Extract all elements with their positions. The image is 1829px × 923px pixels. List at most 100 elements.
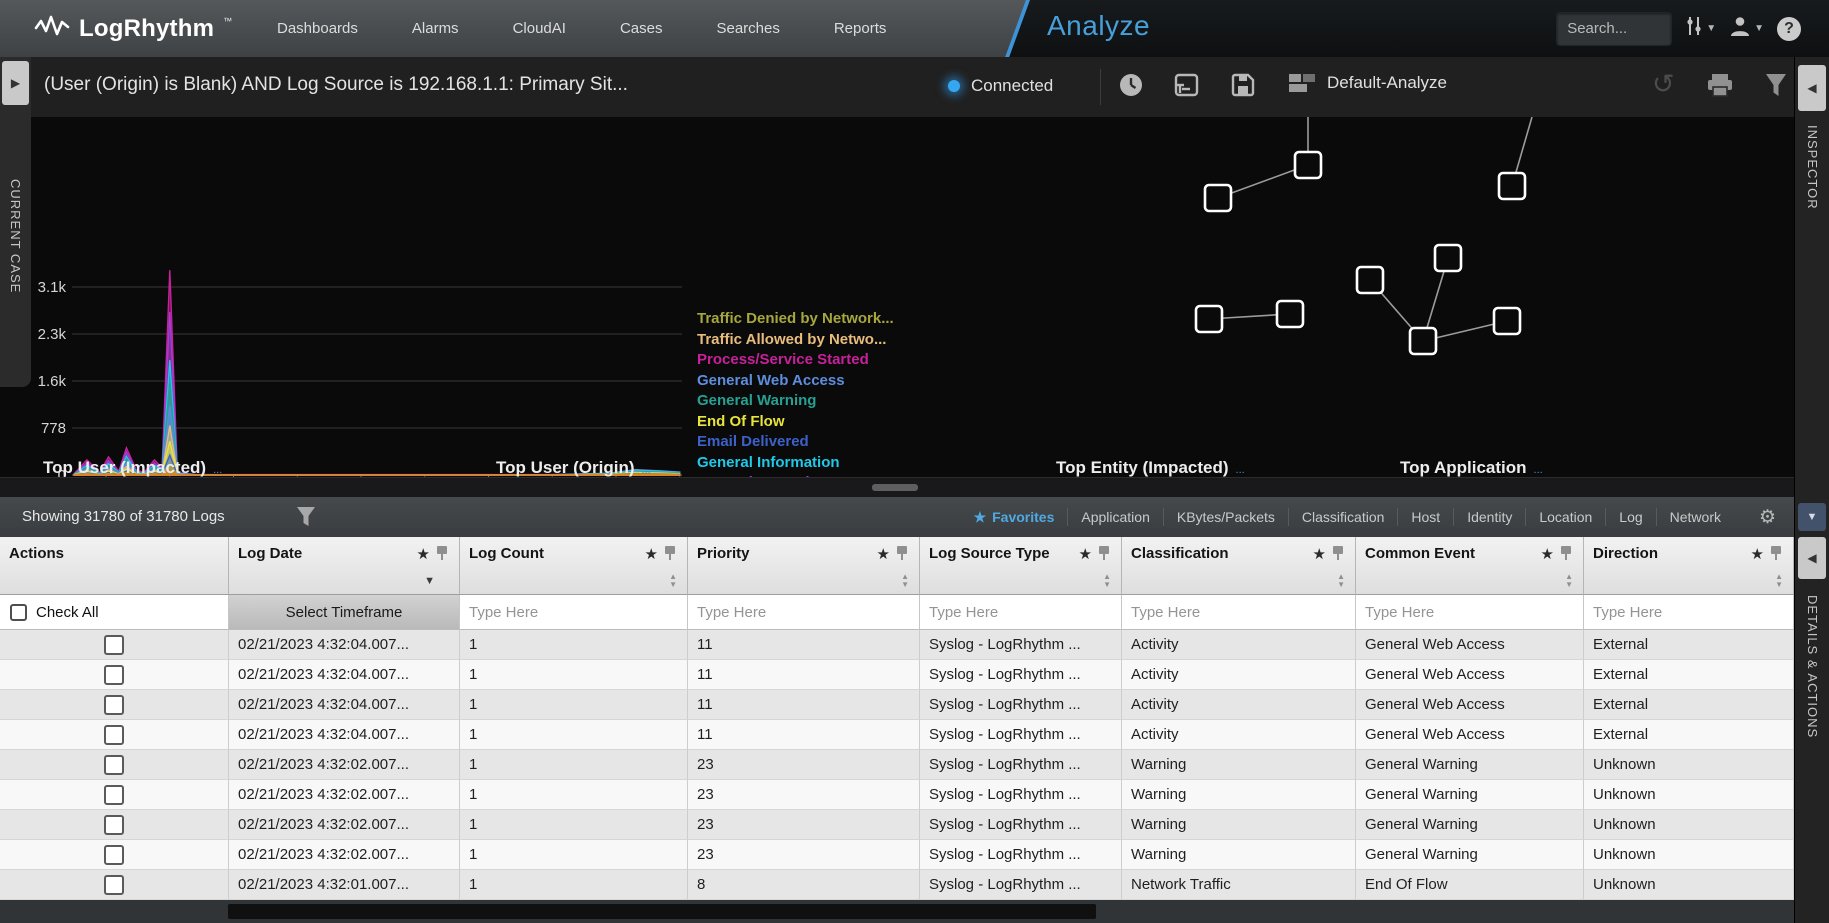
grid-filter-button[interactable] (296, 506, 316, 533)
favorite-star-icon[interactable]: ★ (1541, 545, 1554, 563)
grid-tab-kbytes-packets[interactable]: KBytes/Packets (1164, 497, 1288, 537)
filter-button[interactable] (1764, 72, 1788, 103)
graph-node[interactable] (1205, 185, 1231, 211)
tab-analyze[interactable]: Analyze (1047, 10, 1150, 42)
sort-arrows-icon[interactable]: ▲▼ (1337, 573, 1345, 589)
scrollbar-thumb[interactable] (228, 904, 1096, 919)
widget-subtitle[interactable]: ... (1534, 464, 1543, 476)
sort-arrows-icon[interactable]: ▲▼ (1565, 573, 1573, 589)
favorite-star-icon[interactable]: ★ (417, 545, 430, 563)
time-range-button[interactable] (1118, 72, 1144, 103)
user-menu[interactable]: ▼ (1729, 15, 1764, 42)
column-filter-input[interactable]: Type Here (920, 604, 998, 621)
grid-settings-button[interactable]: ⚙ (1759, 506, 1776, 529)
sort-arrows-icon[interactable]: ▲▼ (901, 573, 909, 589)
logrhythm-logo[interactable]: LogRhythm ™ (34, 12, 232, 45)
pin-icon[interactable] (1333, 546, 1343, 554)
pin-icon[interactable] (1561, 546, 1571, 554)
preferences-menu[interactable]: ▼ (1685, 15, 1716, 42)
nav-item-alarms[interactable]: Alarms (385, 0, 486, 57)
sort-arrows-icon[interactable]: ▲▼ (1103, 573, 1111, 589)
table-row[interactable]: 02/21/2023 4:32:04.007...111Syslog - Log… (0, 630, 1794, 660)
current-case-label[interactable]: CURRENT CASE (8, 179, 23, 293)
favorite-star-icon[interactable]: ★ (1079, 545, 1092, 563)
graph-node[interactable] (1277, 301, 1303, 327)
graph-node[interactable] (1357, 267, 1383, 293)
horizontal-splitter[interactable] (0, 477, 1829, 498)
legend-item[interactable]: General Warning (697, 391, 894, 412)
save-layout-button[interactable] (1230, 72, 1256, 103)
grid-tab-location[interactable]: Location (1526, 497, 1605, 537)
active-filter-text[interactable]: (User (Origin) is Blank) AND Log Source … (44, 74, 628, 96)
table-row[interactable]: 02/21/2023 4:32:01.007...18Syslog - LogR… (0, 870, 1794, 900)
row-checkbox[interactable] (104, 635, 124, 655)
check-all-checkbox[interactable] (10, 604, 27, 621)
table-row[interactable]: 02/21/2023 4:32:02.007...123Syslog - Log… (0, 780, 1794, 810)
nav-item-searches[interactable]: Searches (689, 0, 806, 57)
events-over-time-chart[interactable]: 07781.6k2.3k3.1kTue 2101 AM02 AM03 AM04 … (0, 117, 1794, 477)
favorite-star-icon[interactable]: ★ (1313, 545, 1326, 563)
grid-tab-favorites[interactable]: ★Favorites (961, 497, 1068, 537)
pin-icon[interactable] (897, 546, 907, 554)
row-checkbox[interactable] (104, 665, 124, 685)
column-filter-input[interactable]: Type Here (460, 604, 538, 621)
legend-item[interactable]: Process/Service Started (697, 350, 894, 371)
widget-subtitle[interactable]: ... (213, 464, 222, 476)
column-header-priority[interactable]: Priority★▲▼ (688, 537, 920, 595)
details-caret-button[interactable]: ▼ (1798, 503, 1826, 531)
graph-node[interactable] (1494, 308, 1520, 334)
table-row[interactable]: 02/21/2023 4:32:04.007...111Syslog - Log… (0, 660, 1794, 690)
column-filter-input[interactable]: Type Here (688, 604, 766, 621)
pin-icon[interactable] (1099, 546, 1109, 554)
column-filter-input[interactable]: Type Here (1584, 604, 1662, 621)
nav-item-cases[interactable]: Cases (593, 0, 690, 57)
legend-item[interactable]: End Of Flow (697, 412, 894, 433)
grid-tab-classification[interactable]: Classification (1289, 497, 1397, 537)
row-checkbox[interactable] (104, 695, 124, 715)
details-actions-label[interactable]: DETAILS & ACTIONS (1805, 595, 1820, 738)
inspector-label[interactable]: INSPECTOR (1805, 125, 1820, 210)
sort-arrows-icon[interactable]: ▲▼ (1775, 573, 1783, 589)
favorite-star-icon[interactable]: ★ (877, 545, 890, 563)
sort-desc-icon[interactable]: ▼ (424, 575, 435, 587)
nav-item-reports[interactable]: Reports (807, 0, 914, 57)
grid-tab-log[interactable]: Log (1606, 497, 1655, 537)
add-widget-button[interactable] (1172, 72, 1200, 103)
pin-icon[interactable] (437, 546, 447, 554)
expand-details-button[interactable]: ◀ (1798, 537, 1826, 579)
column-filter-input[interactable]: Type Here (1356, 604, 1434, 621)
legend-item[interactable]: General Information (697, 453, 894, 474)
graph-node[interactable] (1295, 152, 1321, 178)
grid-tab-identity[interactable]: Identity (1454, 497, 1525, 537)
table-row[interactable]: 02/21/2023 4:32:02.007...123Syslog - Log… (0, 750, 1794, 780)
column-header-log-source-type[interactable]: Log Source Type★▲▼ (920, 537, 1122, 595)
row-checkbox[interactable] (104, 755, 124, 775)
row-checkbox[interactable] (104, 815, 124, 835)
sort-arrows-icon[interactable]: ▲▼ (669, 573, 677, 589)
column-header-actions[interactable]: Actions (0, 537, 229, 595)
column-header-log-count[interactable]: Log Count★▲▼ (460, 537, 688, 595)
widget-subtitle[interactable]: ... (1236, 464, 1245, 476)
column-header-common-event[interactable]: Common Event★▲▼ (1356, 537, 1584, 595)
undo-button[interactable]: ↺ (1652, 73, 1675, 98)
layout-selector[interactable]: Default-Analyze (1288, 72, 1447, 94)
print-button[interactable] (1706, 72, 1734, 103)
nav-item-cloudai[interactable]: CloudAI (486, 0, 593, 57)
pin-icon[interactable] (1771, 546, 1781, 554)
graph-node[interactable] (1499, 173, 1525, 199)
favorite-star-icon[interactable]: ★ (1751, 545, 1764, 563)
widget-subtitle[interactable]: ... (642, 464, 651, 476)
splitter-handle-icon[interactable] (872, 484, 918, 491)
row-checkbox[interactable] (104, 845, 124, 865)
table-row[interactable]: 02/21/2023 4:32:04.007...111Syslog - Log… (0, 690, 1794, 720)
table-row[interactable]: 02/21/2023 4:32:04.007...111Syslog - Log… (0, 720, 1794, 750)
expand-current-case-button[interactable]: ▶ (2, 61, 29, 105)
expand-inspector-button[interactable]: ◀ (1798, 65, 1826, 111)
table-row[interactable]: 02/21/2023 4:32:02.007...123Syslog - Log… (0, 840, 1794, 870)
row-checkbox[interactable] (104, 875, 124, 895)
graph-node[interactable] (1196, 306, 1222, 332)
help-icon[interactable]: ? (1777, 17, 1801, 41)
grid-tab-application[interactable]: Application (1068, 497, 1163, 537)
select-timeframe-button[interactable]: Select Timeframe (229, 595, 459, 629)
legend-item[interactable]: Email Delivered (697, 432, 894, 453)
